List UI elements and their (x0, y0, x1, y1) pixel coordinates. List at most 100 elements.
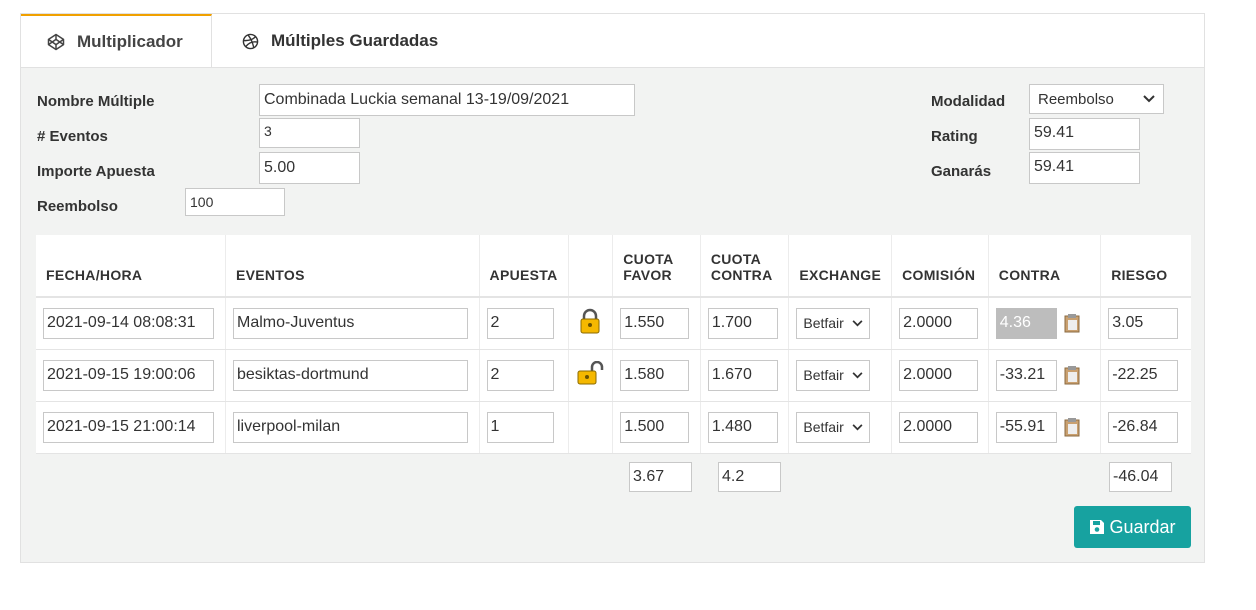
header-fecha: FECHA/HORA (36, 235, 226, 298)
total-cuota-favor[interactable]: 3.67 (629, 462, 692, 492)
apuesta-input[interactable]: 2 (486, 359, 554, 391)
clipboard-icon[interactable] (1063, 417, 1081, 437)
chevron-down-icon (1143, 95, 1155, 103)
cuota-favor-cell: 1.580 (612, 349, 701, 402)
comision-input[interactable]: 2.0000 (899, 307, 979, 339)
apuesta-input[interactable]: 2 (486, 307, 554, 339)
cuota-favor-cell: 1.550 (612, 297, 701, 350)
evento-cell: Malmo-Juventus (224, 297, 480, 350)
exchange-cell: Betfair (788, 297, 892, 350)
total-cuota-contra[interactable]: 4.2 (718, 462, 781, 492)
header-contra: CONTRA (987, 235, 1101, 298)
tab-label: Multiplicador (77, 32, 183, 51)
nombre-multiple-input[interactable]: Combinada Luckia semanal 13-19/09/2021 (259, 84, 635, 116)
lock-cell (567, 349, 613, 402)
fecha-cell: 2021-09-14 08:08:31 (36, 297, 226, 350)
cuota-favor-input[interactable]: 1.500 (620, 411, 690, 443)
modalidad-select[interactable]: Reembolso (1029, 84, 1164, 114)
modalidad-value: Reembolso (1038, 90, 1114, 108)
lock-closed-icon[interactable] (579, 308, 601, 334)
header-cuota-favor: CUOTA FAVOR (612, 235, 701, 298)
save-button-label: Guardar (1109, 516, 1176, 537)
exchange-select[interactable]: Betfair (796, 411, 871, 443)
eventos-input[interactable]: 3 (259, 118, 360, 148)
comision-cell: 2.0000 (891, 349, 989, 402)
header-apuesta: APUESTA (478, 235, 568, 298)
evento-input[interactable]: besiktas-dortmund (232, 359, 468, 391)
riesgo-cell: -26.84 (1100, 401, 1191, 454)
cuota-contra-cell: 1.670 (699, 349, 789, 402)
reembolso-label: Reembolso (37, 198, 118, 215)
cuota-contra-input[interactable]: 1.480 (707, 411, 778, 443)
contra-cell: -55.91 (987, 401, 1101, 454)
apuesta-input[interactable]: 1 (486, 411, 554, 443)
exchange-value: Betfair (803, 315, 844, 332)
tab-label: Múltiples Guardadas (271, 31, 439, 50)
chevron-down-icon (852, 371, 863, 378)
table-row: 2021-09-15 19:00:06 besiktas-dortmund 2 … (36, 349, 1191, 402)
eventos-label: # Eventos (37, 128, 108, 145)
rating-label: Rating (931, 128, 978, 145)
cuota-favor-input[interactable]: 1.580 (620, 359, 690, 391)
clipboard-icon[interactable] (1063, 313, 1081, 333)
contra-cell: 4.36 (987, 297, 1101, 350)
cuota-contra-input[interactable]: 1.700 (707, 307, 778, 339)
table-header-row: FECHA/HORA EVENTOS APUESTA CUOTA FAVOR CU… (36, 235, 1191, 298)
lock-cell (567, 297, 613, 350)
apuesta-cell: 2 (478, 297, 568, 350)
clipboard-icon[interactable] (1063, 365, 1081, 385)
apuesta-cell: 1 (478, 401, 568, 454)
lock-cell (567, 401, 613, 454)
riesgo-cell: -22.25 (1100, 349, 1191, 402)
cuota-favor-input[interactable]: 1.550 (620, 307, 690, 339)
importe-apuesta-label: Importe Apuesta (37, 163, 155, 180)
evento-cell: liverpool-milan (224, 401, 480, 454)
reembolso-input[interactable]: 100 (185, 188, 285, 216)
multiplicador-panel: Nombre Múltiple Combinada Luckia semanal… (20, 67, 1205, 563)
evento-input[interactable]: Malmo-Juventus (232, 307, 468, 339)
ganaras-input[interactable]: 59.41 (1029, 152, 1140, 184)
cuota-contra-input[interactable]: 1.670 (707, 359, 778, 391)
apuesta-cell: 2 (478, 349, 568, 402)
exchange-value: Betfair (803, 367, 844, 383)
contra-input[interactable]: -33.21 (995, 359, 1057, 391)
tab-multiples-guardadas[interactable]: Múltiples Guardadas (226, 14, 486, 68)
chevron-down-icon (852, 320, 863, 327)
total-riesgo[interactable]: -46.04 (1109, 462, 1172, 492)
fecha-cell: 2021-09-15 21:00:14 (36, 401, 226, 454)
exchange-select[interactable]: Betfair (796, 359, 871, 391)
comision-input[interactable]: 2.0000 (899, 359, 979, 391)
save-button[interactable]: Guardar (1074, 506, 1191, 548)
fecha-input[interactable]: 2021-09-14 08:08:31 (43, 307, 214, 339)
tab-multiplicador[interactable]: Multiplicador (21, 14, 212, 68)
comision-cell: 2.0000 (891, 297, 989, 350)
header-riesgo: RIESGO (1100, 235, 1191, 298)
fecha-input[interactable]: 2021-09-15 19:00:06 (43, 359, 214, 391)
header-cuota-contra-line1: CUOTA (710, 251, 762, 267)
tab-bar: Multiplicador Múltiples Guardadas (20, 13, 1205, 68)
riesgo-input[interactable]: -22.25 (1108, 359, 1179, 391)
evento-input[interactable]: liverpool-milan (232, 411, 468, 443)
header-cuota-contra: CUOTA CONTRA (699, 235, 789, 298)
lock-open-icon[interactable] (576, 360, 604, 385)
exchange-select[interactable]: Betfair (796, 307, 871, 339)
header-eventos: EVENTOS (224, 235, 480, 298)
contra-input[interactable]: -55.91 (995, 411, 1057, 443)
rating-input[interactable]: 59.41 (1029, 118, 1140, 150)
contra-input[interactable]: 4.36 (995, 307, 1057, 339)
events-table: FECHA/HORA EVENTOS APUESTA CUOTA FAVOR CU… (36, 235, 1191, 454)
header-lock (567, 235, 613, 298)
exchange-cell: Betfair (788, 349, 892, 402)
evento-cell: besiktas-dortmund (224, 349, 480, 402)
riesgo-input[interactable]: 3.05 (1108, 307, 1179, 339)
cuota-contra-cell: 1.700 (699, 297, 789, 350)
fecha-input[interactable]: 2021-09-15 21:00:14 (43, 411, 214, 443)
modalidad-label: Modalidad (931, 93, 1006, 110)
importe-apuesta-input[interactable]: 5.00 (259, 152, 360, 184)
nombre-multiple-label: Nombre Múltiple (37, 93, 155, 110)
table-row: 2021-09-15 21:00:14 liverpool-milan 1 1.… (36, 401, 1191, 454)
comision-input[interactable]: 2.0000 (899, 411, 979, 443)
riesgo-input[interactable]: -26.84 (1108, 411, 1179, 443)
chevron-down-icon (852, 423, 863, 430)
header-exchange: EXCHANGE (788, 235, 892, 298)
